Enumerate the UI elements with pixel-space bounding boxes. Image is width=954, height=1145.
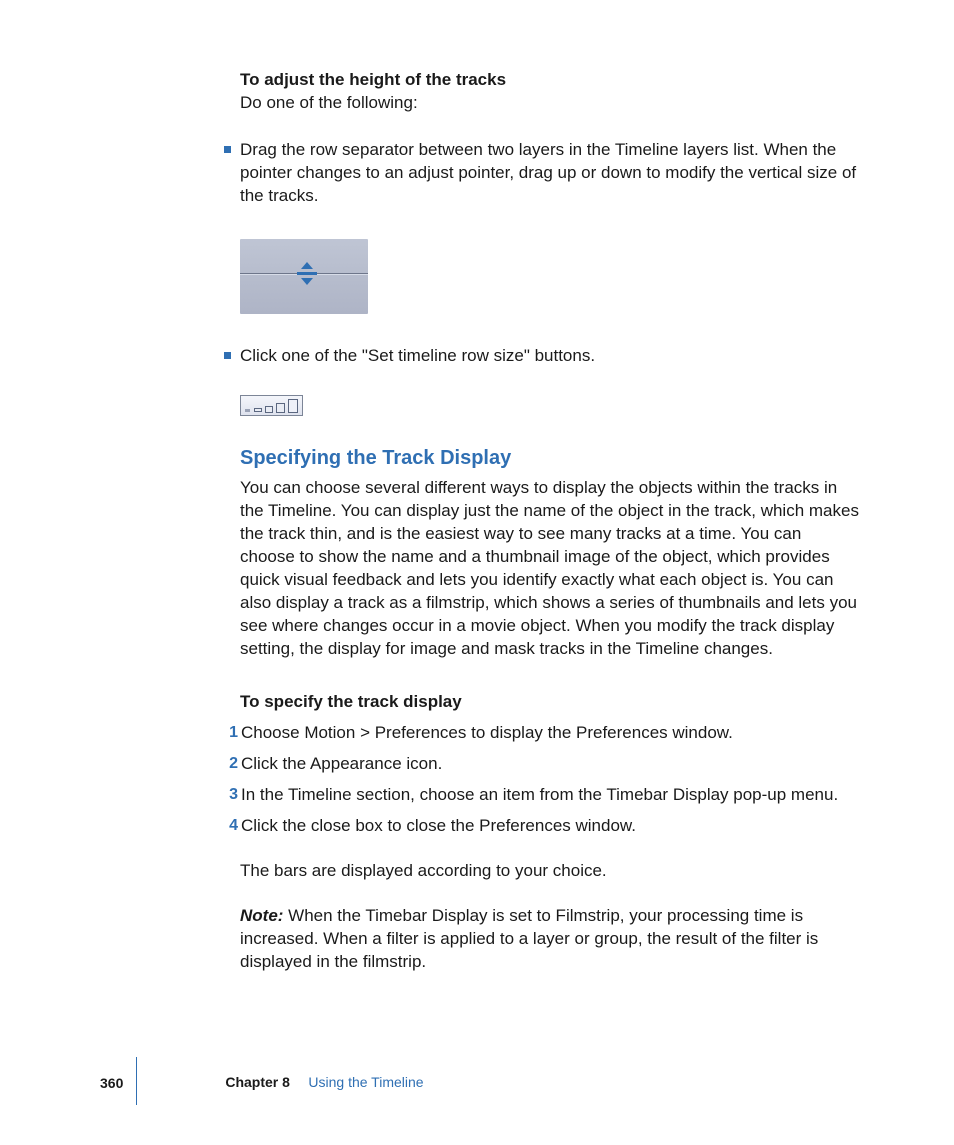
footer-chapter: Chapter 8 Using the Timeline [225, 1074, 423, 1092]
page-number: 360 [100, 1075, 123, 1091]
adjust-height-block: To adjust the height of the tracks Do on… [240, 68, 860, 114]
section-heading-track-display: Specifying the Track Display [240, 447, 860, 470]
step-number: 1 [224, 721, 238, 744]
note-block: Note: When the Timebar Display is set to… [240, 904, 860, 973]
step-text: Choose Motion > Preferences to display t… [241, 721, 860, 744]
step-item: 1 Choose Motion > Preferences to display… [240, 721, 860, 744]
square-bullet-icon [224, 352, 231, 359]
adjust-height-lead: Do one of the following: [240, 93, 418, 112]
row-size-small-icon [265, 406, 273, 413]
result-text: The bars are displayed according to your… [240, 859, 860, 882]
note-body: When the Timebar Display is set to Films… [240, 906, 818, 971]
step-text: Click the close box to close the Prefere… [241, 814, 860, 837]
row-size-large-icon [288, 399, 298, 413]
square-bullet-icon [224, 146, 231, 153]
step-item: 2 Click the Appearance icon. [240, 752, 860, 775]
specify-track-display-heading: To specify the track display [240, 690, 860, 713]
chapter-label: Chapter 8 [225, 1074, 290, 1090]
adjust-height-heading: To adjust the height of the tracks [240, 70, 506, 89]
page: To adjust the height of the tracks Do on… [0, 0, 954, 1145]
row-size-button-group [240, 395, 303, 416]
adjust-pointer-up-icon [301, 262, 313, 269]
adjust-pointer-down-icon [301, 278, 313, 285]
step-number: 3 [224, 783, 238, 806]
step-number: 4 [224, 814, 238, 837]
track-display-body: You can choose several different ways to… [240, 476, 860, 660]
page-footer: 360 Chapter 8 Using the Timeline [100, 1073, 424, 1093]
figure-row-size-buttons [240, 395, 860, 417]
step-text: In the Timeline section, choose an item … [241, 783, 860, 806]
note-label: Note: [240, 906, 283, 925]
row-size-handle-icon [245, 409, 250, 412]
bullet-item: Click one of the "Set timeline row size"… [240, 344, 860, 367]
content-column: To adjust the height of the tracks Do on… [240, 68, 860, 973]
row-separator-illustration [240, 239, 368, 314]
row-size-medium-icon [276, 403, 285, 413]
step-number: 2 [224, 752, 238, 775]
adjust-pointer-bar-icon [297, 272, 317, 275]
step-item: 3 In the Timeline section, choose an ite… [240, 783, 860, 806]
step-item: 4 Click the close box to close the Prefe… [240, 814, 860, 837]
bullet-item: Drag the row separator between two layer… [240, 138, 860, 207]
bullet-text: Drag the row separator between two layer… [240, 138, 860, 207]
step-text: Click the Appearance icon. [241, 752, 860, 775]
bullet-text: Click one of the "Set timeline row size"… [240, 344, 860, 367]
figure-row-separator [240, 239, 860, 314]
chapter-title: Using the Timeline [308, 1074, 423, 1090]
row-size-smallest-icon [254, 408, 262, 412]
